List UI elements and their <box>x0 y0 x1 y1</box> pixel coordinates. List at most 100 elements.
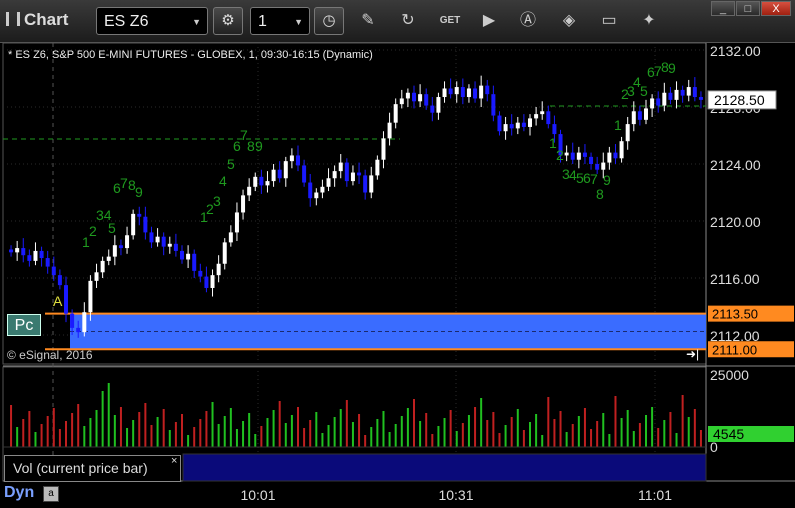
candle-body[interactable] <box>350 172 355 182</box>
candle-body[interactable] <box>106 256 111 261</box>
volume-study-label[interactable]: Vol (current price bar) <box>4 455 181 482</box>
candle-body[interactable] <box>344 162 349 182</box>
candle-body[interactable] <box>692 87 697 98</box>
candle-body[interactable] <box>613 152 618 159</box>
candle-body[interactable] <box>662 92 667 106</box>
candle-body[interactable] <box>228 232 233 243</box>
candle-body[interactable] <box>357 172 362 176</box>
candle-body[interactable] <box>363 175 368 193</box>
candle-body[interactable] <box>466 88 471 98</box>
candle-body[interactable] <box>100 260 105 273</box>
candle-body[interactable] <box>9 249 14 253</box>
candle-body[interactable] <box>387 122 392 139</box>
minimize-button[interactable]: _ <box>711 1 735 16</box>
chevron-down-icon[interactable]: ▼ <box>294 8 303 36</box>
candle-body[interactable] <box>497 115 502 132</box>
candle-body[interactable] <box>82 312 87 333</box>
candle-body[interactable] <box>412 92 416 102</box>
candle-body[interactable] <box>149 232 154 243</box>
candle-body[interactable] <box>70 313 75 328</box>
candle-body[interactable] <box>656 98 661 106</box>
maximize-button[interactable]: □ <box>736 1 760 16</box>
candle-body[interactable] <box>155 236 160 243</box>
candle-body[interactable] <box>491 94 496 116</box>
candle-body[interactable] <box>686 87 691 96</box>
candle-body[interactable] <box>94 272 99 281</box>
chevron-down-icon[interactable]: ▼ <box>192 8 201 36</box>
candle-body[interactable] <box>528 118 532 127</box>
candle-body[interactable] <box>296 155 300 166</box>
close-icon[interactable]: × <box>171 455 177 467</box>
candle-body[interactable] <box>173 243 178 251</box>
candle-body[interactable] <box>650 98 655 109</box>
candle-body[interactable] <box>338 162 343 172</box>
candle-body[interactable] <box>125 235 130 249</box>
candle-body[interactable] <box>534 114 539 119</box>
lock-icon[interactable]: a <box>43 486 59 502</box>
candle-body[interactable] <box>271 169 276 182</box>
candle-body[interactable] <box>442 88 447 98</box>
candle-body[interactable] <box>381 138 386 160</box>
dynamic-label[interactable]: Dyn <box>4 484 34 502</box>
candle-body[interactable] <box>680 89 685 96</box>
candle-body[interactable] <box>503 124 508 132</box>
candle-body[interactable] <box>601 162 606 170</box>
a-circle-icon[interactable]: Ⓐ <box>517 10 539 32</box>
candle-body[interactable] <box>39 250 44 259</box>
candle-body[interactable] <box>418 94 423 102</box>
scroll-right-icon[interactable]: ➜| <box>686 347 699 361</box>
candle-body[interactable] <box>644 108 648 120</box>
candle-body[interactable] <box>222 242 227 264</box>
candle-body[interactable] <box>430 105 435 113</box>
candle-body[interactable] <box>143 216 148 233</box>
candle-body[interactable] <box>186 253 191 260</box>
candle-body[interactable] <box>479 85 484 99</box>
candle-body[interactable] <box>436 97 441 113</box>
candle-body[interactable] <box>631 111 636 125</box>
candle-body[interactable] <box>405 92 410 99</box>
candle-body[interactable] <box>540 111 545 115</box>
candle-body[interactable] <box>88 280 93 313</box>
play-icon[interactable]: ▶ <box>478 10 500 32</box>
candle-body[interactable] <box>241 195 246 213</box>
candle-body[interactable] <box>204 276 209 288</box>
candle-body[interactable] <box>515 122 520 129</box>
candle-body[interactable] <box>326 178 331 187</box>
candle-body[interactable] <box>180 250 184 260</box>
candle-body[interactable] <box>399 98 404 105</box>
candle-body[interactable] <box>589 156 594 164</box>
candle-body[interactable] <box>668 92 673 100</box>
candle-body[interactable] <box>15 248 20 253</box>
candle-body[interactable] <box>320 186 325 193</box>
candle-body[interactable] <box>210 275 215 288</box>
candle-body[interactable] <box>473 88 478 99</box>
candle-body[interactable] <box>234 212 239 233</box>
candle-body[interactable] <box>332 171 337 179</box>
candle-body[interactable] <box>619 141 624 159</box>
candle-body[interactable] <box>161 236 166 247</box>
candle-body[interactable] <box>265 181 270 186</box>
candle-body[interactable] <box>112 245 117 257</box>
candle-body[interactable] <box>283 161 288 179</box>
candle-body[interactable] <box>454 87 459 95</box>
candle-body[interactable] <box>564 152 569 156</box>
candle-body[interactable] <box>198 270 203 277</box>
candle-body[interactable] <box>607 152 612 163</box>
candle-body[interactable] <box>509 124 514 129</box>
price-chart[interactable]: 2132.002128.002124.002120.002116.002112.… <box>0 43 795 508</box>
refresh-icon[interactable]: ↻ <box>397 10 419 32</box>
candle-body[interactable] <box>289 155 294 162</box>
candle-body[interactable] <box>57 275 62 286</box>
candle-body[interactable] <box>76 327 81 333</box>
twitter-icon[interactable]: ✦ <box>638 10 660 32</box>
candle-body[interactable] <box>521 122 526 127</box>
candle-body[interactable] <box>137 213 142 217</box>
candle-body[interactable] <box>131 213 136 236</box>
candle-body[interactable] <box>570 152 575 160</box>
symbol-input[interactable]: ES Z6 ▼ <box>96 7 208 35</box>
candle-body[interactable] <box>546 111 551 125</box>
candle-body[interactable] <box>576 152 581 160</box>
candle-body[interactable] <box>424 94 429 106</box>
candle-body[interactable] <box>674 89 679 100</box>
candle-body[interactable] <box>448 88 453 95</box>
